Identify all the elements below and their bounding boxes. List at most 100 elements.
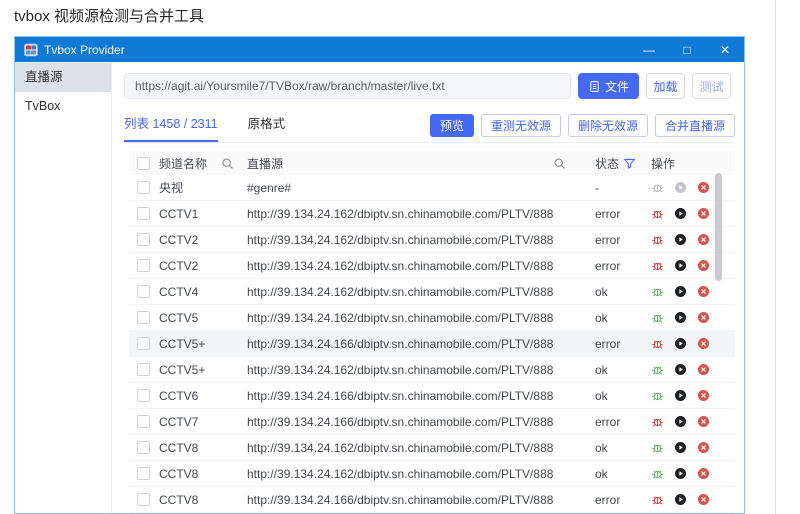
delete-icon[interactable] xyxy=(697,493,710,506)
row-checkbox[interactable] xyxy=(137,441,150,454)
bug-test-icon[interactable] xyxy=(651,493,664,506)
url-toolbar: 文件 加载 测试 xyxy=(124,73,731,99)
bug-test-icon[interactable] xyxy=(651,181,664,194)
row-checkbox[interactable] xyxy=(137,467,150,480)
channel-search-icon[interactable] xyxy=(221,157,234,170)
sidebar-item-tvbox[interactable]: TvBox xyxy=(15,92,111,121)
channel-name: CCTV5+ xyxy=(159,336,206,351)
bug-test-icon[interactable] xyxy=(651,259,664,272)
bug-test-icon[interactable] xyxy=(651,207,664,220)
load-button[interactable]: 加载 xyxy=(646,73,685,99)
play-icon[interactable] xyxy=(674,493,687,506)
page-background: tvbox 视频源检测与合并工具 Tvbox Provider — □ ✕ 直播… xyxy=(0,0,800,514)
play-icon[interactable] xyxy=(674,285,687,298)
play-icon[interactable] xyxy=(674,259,687,272)
file-button-label: 文件 xyxy=(604,79,629,94)
row-checkbox[interactable] xyxy=(137,311,150,324)
bug-test-icon[interactable] xyxy=(651,285,664,298)
play-icon[interactable] xyxy=(674,337,687,350)
source-url: http://39.134.24.162/dbiptv.sn.chinamobi… xyxy=(247,284,553,299)
status-text: error xyxy=(595,232,621,247)
minimize-button[interactable]: — xyxy=(630,37,668,62)
retest-invalid-button[interactable]: 重测无效源 xyxy=(480,114,561,137)
bug-test-icon[interactable] xyxy=(651,415,664,428)
table-row: CCTV6 http://39.134.24.166/dbiptv.sn.chin… xyxy=(129,383,735,409)
delete-invalid-button[interactable]: 删除无效源 xyxy=(567,114,648,137)
delete-icon[interactable] xyxy=(697,337,710,350)
main-content: 文件 加载 测试 列表 1458 / 2311 原格式 预览 重测无效源 删除无… xyxy=(112,62,744,513)
row-checkbox[interactable] xyxy=(137,337,150,350)
row-checkbox[interactable] xyxy=(137,259,150,272)
source-url: http://39.134.24.166/dbiptv.sn.chinamobi… xyxy=(247,492,553,507)
preview-button[interactable]: 预览 xyxy=(429,114,474,137)
channel-name: CCTV5 xyxy=(159,310,199,325)
status-text: ok xyxy=(595,388,608,403)
bug-test-icon[interactable] xyxy=(651,467,664,480)
table-scrollbar-thumb[interactable] xyxy=(715,173,722,281)
url-input[interactable] xyxy=(124,73,571,99)
delete-icon[interactable] xyxy=(697,207,710,220)
channel-name: CCTV5+ xyxy=(159,362,206,377)
select-all-checkbox[interactable] xyxy=(137,156,150,170)
row-checkbox[interactable] xyxy=(137,233,150,246)
source-url: http://39.134.24.166/dbiptv.sn.chinamobi… xyxy=(247,414,553,429)
close-button[interactable]: ✕ xyxy=(706,37,744,62)
sidebar-item-live-source[interactable]: 直播源 xyxy=(15,63,111,92)
delete-icon[interactable] xyxy=(697,415,710,428)
delete-icon[interactable] xyxy=(697,233,710,246)
play-icon[interactable] xyxy=(674,415,687,428)
play-icon[interactable] xyxy=(674,233,687,246)
tab-list[interactable]: 列表 1458 / 2311 xyxy=(124,113,218,142)
row-checkbox[interactable] xyxy=(137,285,150,298)
play-icon[interactable] xyxy=(674,441,687,454)
file-button[interactable]: 文件 xyxy=(577,73,639,99)
row-checkbox[interactable] xyxy=(137,363,150,376)
play-icon[interactable] xyxy=(674,207,687,220)
table-row: CCTV5 http://39.134.24.162/dbiptv.sn.chin… xyxy=(129,305,735,331)
table-row: CCTV5+ http://39.134.24.166/dbiptv.sn.chi… xyxy=(129,331,735,357)
bug-test-icon[interactable] xyxy=(651,389,664,402)
test-button[interactable]: 测试 xyxy=(692,73,731,99)
play-icon[interactable] xyxy=(674,363,687,376)
status-text: ok xyxy=(595,362,608,377)
table-row: CCTV7 http://39.134.24.166/dbiptv.sn.chin… xyxy=(129,409,735,435)
delete-icon[interactable] xyxy=(697,311,710,324)
source-url: http://39.134.24.162/dbiptv.sn.chinamobi… xyxy=(247,310,553,325)
delete-icon[interactable] xyxy=(697,389,710,402)
row-checkbox[interactable] xyxy=(137,493,150,506)
merge-sources-button[interactable]: 合并直播源 xyxy=(654,114,735,137)
row-checkbox[interactable] xyxy=(137,389,150,402)
bug-test-icon[interactable] xyxy=(651,233,664,246)
source-url: #genre# xyxy=(247,180,292,195)
row-checkbox[interactable] xyxy=(137,181,150,194)
table-row: CCTV4 http://39.134.24.162/dbiptv.sn.chin… xyxy=(129,279,735,305)
delete-icon[interactable] xyxy=(697,441,710,454)
table-row: CCTV8 http://39.134.24.162/dbiptv.sn.chin… xyxy=(129,435,735,461)
play-icon[interactable] xyxy=(674,181,687,194)
bug-test-icon[interactable] xyxy=(651,311,664,324)
row-checkbox[interactable] xyxy=(137,207,150,220)
page-border-line xyxy=(775,0,776,514)
delete-icon[interactable] xyxy=(697,181,710,194)
status-text: error xyxy=(595,206,621,221)
bug-test-icon[interactable] xyxy=(651,337,664,350)
status-filter-icon[interactable] xyxy=(623,157,636,170)
delete-icon[interactable] xyxy=(697,259,710,272)
status-text: error xyxy=(595,492,621,507)
tab-raw-format[interactable]: 原格式 xyxy=(248,113,286,142)
play-icon[interactable] xyxy=(674,389,687,402)
row-checkbox[interactable] xyxy=(137,415,150,428)
app-window: Tvbox Provider — □ ✕ 直播源 TvBox https://a… xyxy=(14,36,745,514)
source-search-icon[interactable] xyxy=(553,157,566,170)
channel-name: CCTV8 xyxy=(159,466,199,481)
maximize-button[interactable]: □ xyxy=(668,37,706,62)
delete-icon[interactable] xyxy=(697,467,710,480)
play-icon[interactable] xyxy=(674,467,687,480)
delete-icon[interactable] xyxy=(697,363,710,376)
bug-test-icon[interactable] xyxy=(651,363,664,376)
play-icon[interactable] xyxy=(674,311,687,324)
delete-icon[interactable] xyxy=(697,285,710,298)
tab-bar: 列表 1458 / 2311 原格式 预览 重测无效源 删除无效源 合并直播源 xyxy=(124,113,735,143)
bug-test-icon[interactable] xyxy=(651,441,664,454)
sidebar: 直播源 TvBox xyxy=(15,62,112,513)
